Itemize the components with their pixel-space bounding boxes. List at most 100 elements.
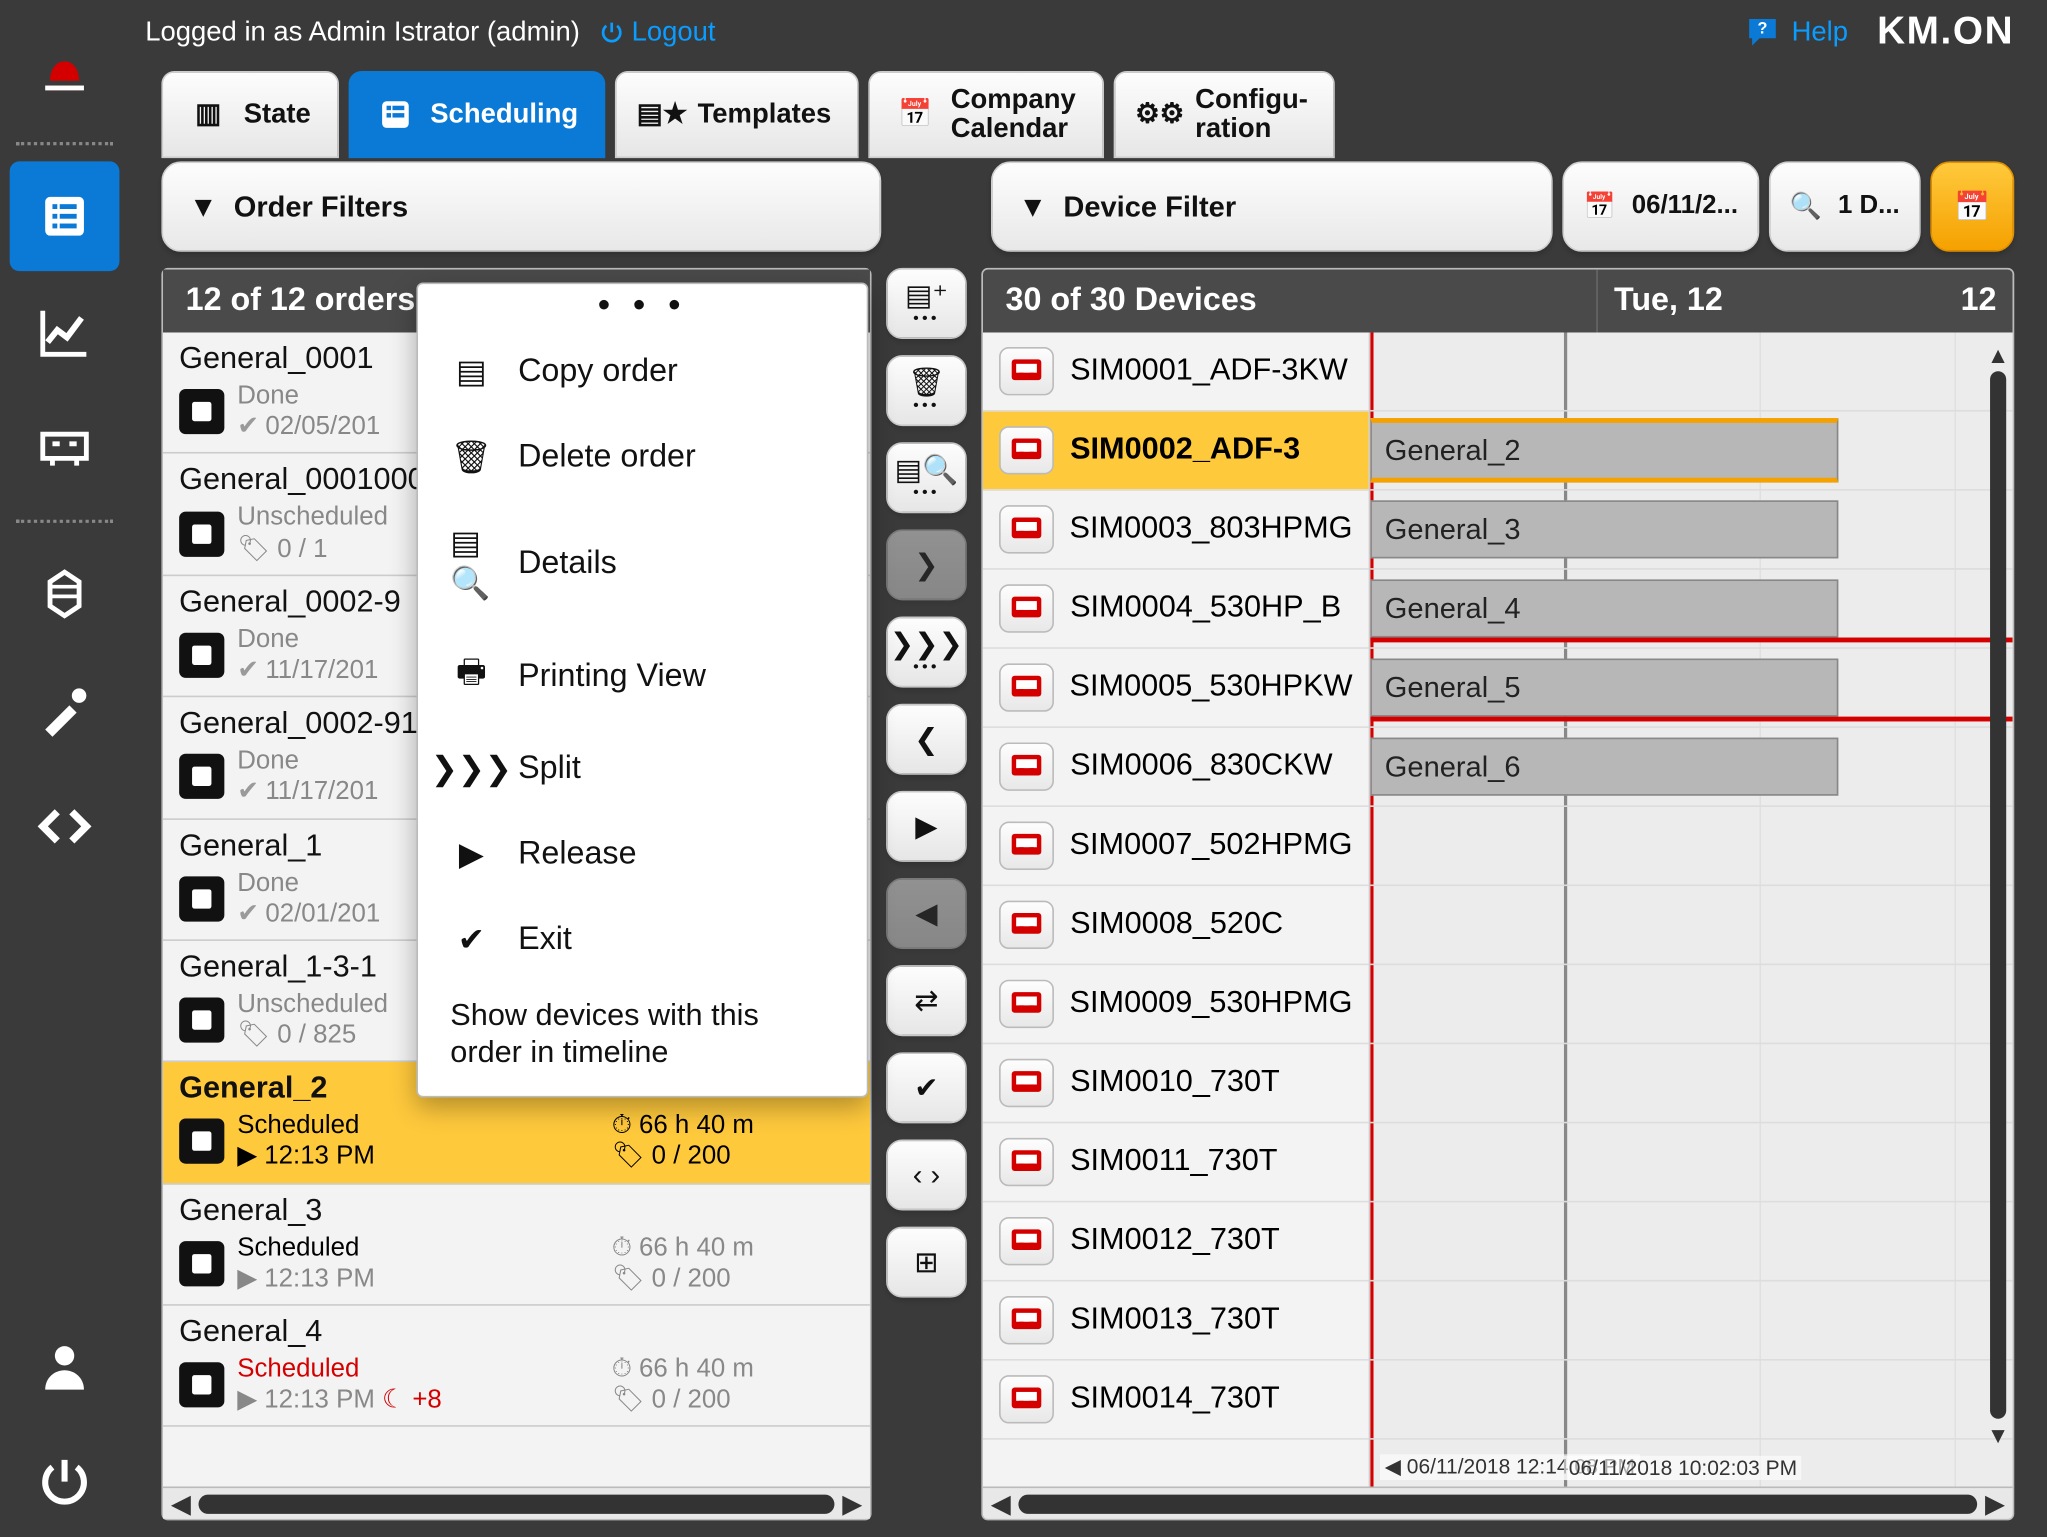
gantt-bar[interactable]: General_2 — [1370, 418, 1838, 483]
devices-panel: 30 of 30 Devices Tue, 1212 SIM0001_ADF-3… — [981, 268, 2014, 1520]
machine-icon — [999, 663, 1053, 711]
gantt-row[interactable]: General_2 — [1370, 412, 2012, 491]
gantt-row[interactable] — [1370, 1361, 2012, 1440]
ctx-details[interactable]: ▤🔍Details — [418, 500, 867, 626]
play-button[interactable]: ▶ — [886, 791, 967, 862]
gantt-row[interactable]: General_4 — [1370, 570, 2012, 649]
devices-vscroll[interactable]: ▲▼ — [1987, 342, 2010, 1448]
device-row[interactable]: SIM0007_502HPMG — [983, 807, 1369, 886]
days-filter-button[interactable]: 🔍 1 D... — [1769, 161, 1921, 251]
device-row[interactable]: SIM0012_730T — [983, 1202, 1369, 1281]
calendar-highlight-button[interactable]: 📅 — [1930, 161, 2014, 251]
gantt-bar[interactable]: General_5 — [1370, 659, 1838, 717]
device-row[interactable]: SIM0005_530HPKW — [983, 649, 1369, 728]
ctx-release[interactable]: ▶Release — [418, 812, 867, 898]
ctx-print[interactable]: 🖶Printing View — [418, 626, 867, 726]
gantt-row[interactable] — [1370, 1202, 2012, 1281]
device-row[interactable]: SIM0011_730T — [983, 1123, 1369, 1202]
machine-icon — [999, 1375, 1054, 1423]
gantt-row[interactable] — [1370, 332, 2012, 411]
gantt-row[interactable] — [1370, 1123, 2012, 1202]
date-filter-button[interactable]: 📅 06/11/2... — [1562, 161, 1759, 251]
tab-config[interactable]: ⚙⚙Configu-ration — [1113, 71, 1336, 158]
gantt-row[interactable] — [1370, 1044, 2012, 1123]
context-menu: • • • ▤Copy order 🗑Delete order ▤🔍Detail… — [416, 282, 868, 1096]
device-row[interactable]: SIM0002_ADF-3 — [983, 412, 1369, 491]
user-label: Logged in as Admin Istrator (admin) — [145, 16, 580, 48]
device-row[interactable]: SIM0001_ADF-3KW — [983, 332, 1369, 411]
details-button[interactable]: ▤🔍••• — [886, 442, 967, 513]
confirm-button[interactable]: ✔ — [886, 1052, 967, 1123]
filter-bar: ▼ Order Filters ▼ Device Filter 📅 06/11/… — [161, 161, 2014, 251]
assign-all-right-button[interactable]: ❯❯❯••• — [886, 617, 967, 688]
device-row[interactable]: SIM0003_803HPMG — [983, 491, 1369, 570]
swap-button[interactable]: ⇄ — [886, 965, 967, 1036]
device-filter-button[interactable]: ▼ Device Filter — [991, 161, 1553, 251]
device-row[interactable]: SIM0009_530HPMG — [983, 965, 1369, 1044]
assign-right-button[interactable]: ❯ — [886, 529, 967, 600]
gantt-bar[interactable]: General_4 — [1370, 579, 1838, 637]
rail-thread[interactable] — [10, 539, 120, 649]
svg-text:?: ? — [1758, 20, 1768, 38]
rail-power[interactable] — [10, 1427, 120, 1537]
columns-button[interactable]: ⊞ — [886, 1227, 967, 1298]
gantt-row[interactable] — [1370, 807, 2012, 886]
gantt-row[interactable]: General_5 — [1370, 649, 2012, 728]
tab-templates[interactable]: ▤★Templates — [615, 71, 858, 158]
rail-list[interactable] — [10, 161, 120, 271]
gantt-bar[interactable]: General_6 — [1370, 738, 1838, 796]
machine-icon — [999, 980, 1053, 1028]
state-icon: ▥ — [189, 95, 228, 134]
gantt-row[interactable] — [1370, 1282, 2012, 1361]
expand-button[interactable]: ‹ › — [886, 1139, 967, 1210]
machine-icon — [999, 1217, 1054, 1265]
timestamp-mark: 06/11/2018 10:02:03 PM — [1564, 1456, 1802, 1480]
assign-left-button[interactable]: ❮ — [886, 704, 967, 775]
ctx-show-devices[interactable]: Show devices with this order in timeline — [418, 983, 867, 1082]
calendar-icon: 📅 — [896, 95, 935, 134]
rail-machine[interactable] — [10, 394, 120, 504]
orders-hscroll[interactable]: ◀▶ — [163, 1486, 870, 1518]
gantt-bar[interactable]: General_3 — [1370, 500, 1838, 558]
rail-tool[interactable] — [10, 655, 120, 765]
order-filters-button[interactable]: ▼ Order Filters — [161, 161, 881, 251]
device-row[interactable]: SIM0010_730T — [983, 1044, 1369, 1123]
ctx-split[interactable]: ❯❯❯Split — [418, 726, 867, 812]
device-row[interactable]: SIM0004_530HP_B — [983, 570, 1369, 649]
tab-scheduling[interactable]: Scheduling — [348, 71, 606, 158]
rail-user[interactable] — [10, 1311, 120, 1421]
order-item[interactable]: General_3 Scheduled▶ 12:13 PM ⏱ 66 h 40 … — [163, 1184, 870, 1306]
tab-state[interactable]: ▥State — [161, 71, 338, 158]
machine-icon — [999, 584, 1054, 632]
gantt-row[interactable] — [1370, 965, 2012, 1044]
order-item[interactable]: General_4 Scheduled▶ 12:13 PM ☾ +8 ⏱ 66 … — [163, 1306, 870, 1428]
device-row[interactable]: SIM0014_730T — [983, 1361, 1369, 1440]
help-link[interactable]: ? Help — [1743, 15, 1848, 51]
gantt-row[interactable]: General_6 — [1370, 728, 2012, 807]
gantt-row[interactable]: General_3 — [1370, 491, 2012, 570]
rail-chart[interactable] — [10, 278, 120, 388]
device-row[interactable]: SIM0013_730T — [983, 1282, 1369, 1361]
device-row[interactable]: SIM0008_520C — [983, 886, 1369, 965]
rail-code[interactable] — [10, 771, 120, 881]
calendar-icon: 📅 — [1954, 190, 1990, 224]
device-list[interactable]: SIM0001_ADF-3KWSIM0002_ADF-3SIM0003_803H… — [983, 332, 1370, 1486]
ctx-delete[interactable]: 🗑Delete order — [418, 415, 867, 501]
back-button[interactable]: ◀ — [886, 878, 967, 949]
add-order-button[interactable]: ▤⁺••• — [886, 268, 967, 339]
logout-link[interactable]: Logout — [599, 16, 715, 48]
devices-hscroll[interactable]: ◀▶ — [983, 1486, 2013, 1518]
rail-alarm[interactable] — [10, 16, 120, 126]
ctx-copy[interactable]: ▤Copy order — [418, 329, 867, 415]
machine-icon — [999, 822, 1053, 870]
device-row[interactable]: SIM0006_830CKW — [983, 728, 1369, 807]
gantt-row[interactable] — [1370, 886, 2012, 965]
delete-button[interactable]: 🗑••• — [886, 355, 967, 426]
check-icon: ✔ — [450, 920, 492, 960]
split-icon: ❯❯❯ — [450, 749, 492, 789]
templates-icon: ▤★ — [643, 95, 682, 134]
ctx-exit[interactable]: ✔Exit — [418, 897, 867, 983]
copy-icon: ▤ — [450, 352, 492, 392]
gantt-area[interactable]: General_2 General_3 General_4 General_5 Gene… — [1370, 332, 2012, 1486]
tab-calendar[interactable]: 📅CompanyCalendar — [868, 71, 1103, 158]
